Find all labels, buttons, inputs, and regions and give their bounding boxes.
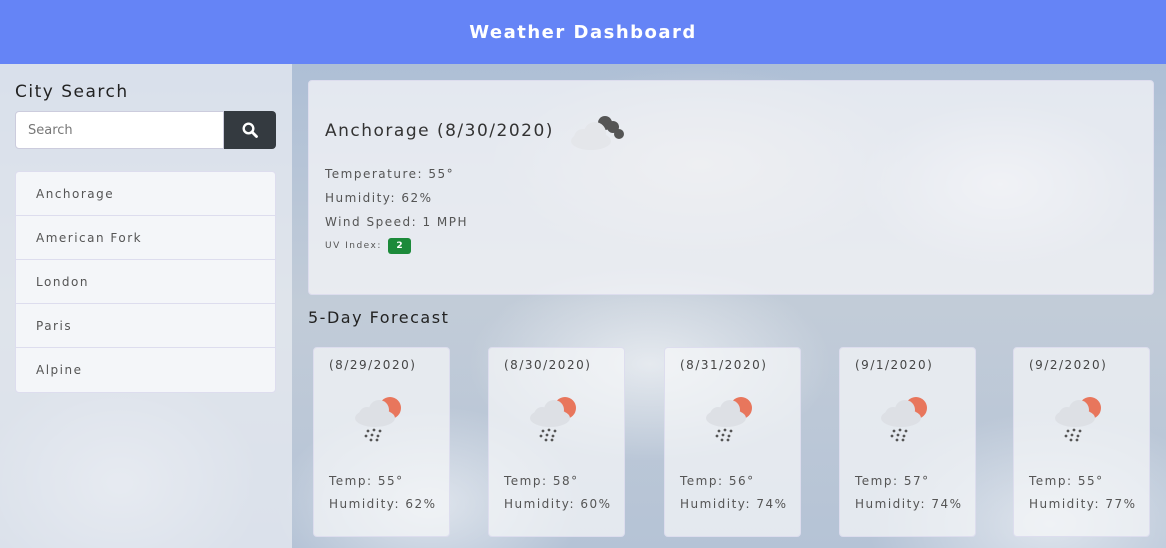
city-item-american-fork[interactable]: American Fork — [16, 216, 275, 260]
forecast-temp: Temp: 56° — [680, 474, 755, 488]
forecast-card: (9/1/2020) Temp: 57° Humidity: 74% — [839, 347, 976, 537]
forecast-date: (9/2/2020) — [1029, 358, 1108, 372]
uv-index-label: UV Index: — [325, 241, 382, 251]
search-icon — [242, 122, 258, 138]
city-item-paris[interactable]: Paris — [16, 304, 275, 348]
current-weather-card: Anchorage (8/30/2020) Temperature: 55° H… — [308, 80, 1154, 295]
forecast-humidity: Humidity: 74% — [855, 497, 963, 511]
forecast-date: (8/30/2020) — [504, 358, 592, 372]
forecast-card: (8/29/2020) Temp: 55° Humidity: 62% — [313, 347, 450, 537]
rain-sun-icon — [355, 397, 401, 442]
forecast-temp: Temp: 55° — [1029, 474, 1104, 488]
app-title: Weather Dashboard — [469, 21, 697, 43]
forecast-card: (8/30/2020) Temp: 58° Humidity: 60% — [488, 347, 625, 537]
rain-sun-icon — [530, 397, 576, 442]
forecast-card: (9/2/2020) Temp: 55° Humidity: 77% — [1013, 347, 1150, 537]
rain-sun-icon — [881, 397, 927, 442]
rain-sun-icon — [706, 397, 752, 442]
forecast-card: (8/31/2020) Temp: 56° Humidity: 74% — [664, 347, 801, 537]
city-search-title: City Search — [15, 82, 129, 102]
forecast-temp: Temp: 58° — [504, 474, 579, 488]
current-humidity: Humidity: 62% — [325, 191, 433, 205]
forecast-humidity: Humidity: 60% — [504, 497, 612, 511]
forecast-humidity: Humidity: 77% — [1029, 497, 1137, 511]
city-history-list: Anchorage American Fork London Paris Alp… — [15, 171, 276, 393]
forecast-date: (8/31/2020) — [680, 358, 768, 372]
city-item-london[interactable]: London — [16, 260, 275, 304]
forecast-date: (8/29/2020) — [329, 358, 417, 372]
search-input[interactable] — [15, 111, 224, 149]
city-item-anchorage[interactable]: Anchorage — [16, 172, 275, 216]
forecast-date: (9/1/2020) — [855, 358, 934, 372]
current-city-title: Anchorage (8/30/2020) — [325, 121, 554, 141]
uv-index-badge: 2 — [388, 238, 411, 254]
sidebar: City Search Anchorage American Fork Lond… — [0, 64, 292, 548]
forecast-humidity: Humidity: 74% — [680, 497, 788, 511]
rain-sun-icon — [1055, 397, 1101, 442]
cloudy-night-icon — [571, 116, 624, 150]
search-button[interactable] — [224, 111, 276, 149]
forecast-title: 5-Day Forecast — [308, 308, 450, 327]
forecast-temp: Temp: 57° — [855, 474, 930, 488]
current-wind-speed: Wind Speed: 1 MPH — [325, 215, 469, 229]
app-header: Weather Dashboard — [0, 0, 1166, 64]
current-temperature: Temperature: 55° — [325, 167, 455, 181]
city-item-alpine[interactable]: Alpine — [16, 348, 275, 392]
forecast-temp: Temp: 55° — [329, 474, 404, 488]
forecast-humidity: Humidity: 62% — [329, 497, 437, 511]
